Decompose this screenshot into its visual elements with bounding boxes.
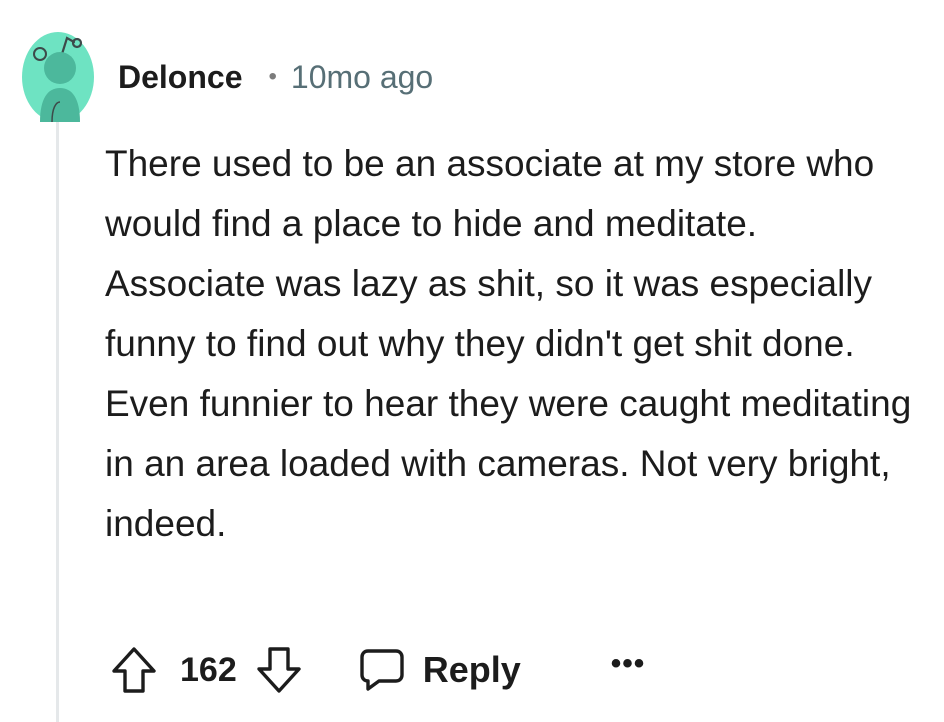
- reply-button[interactable]: Reply: [359, 647, 521, 693]
- upvote-button[interactable]: [110, 645, 158, 695]
- more-options-button[interactable]: •••: [611, 649, 646, 679]
- author-username[interactable]: Delonce: [118, 59, 242, 96]
- downvote-button[interactable]: [255, 645, 303, 695]
- separator-dot: •: [268, 63, 277, 90]
- reply-label: Reply: [422, 649, 521, 690]
- vote-count: 162: [180, 650, 237, 689]
- snoo-avatar-icon: [22, 32, 94, 123]
- comment-actions: 162 Reply •••: [110, 640, 645, 700]
- comment-body: There used to be an associate at my stor…: [105, 143, 912, 544]
- avatar[interactable]: [22, 32, 94, 123]
- arrow-down-icon: [257, 647, 301, 693]
- thread-line: [56, 122, 59, 722]
- speech-bubble-icon: [360, 649, 404, 691]
- arrow-up-icon: [112, 647, 156, 693]
- comment-header: Delonce • 10mo ago: [118, 56, 433, 98]
- comment-timestamp[interactable]: 10mo ago: [291, 59, 433, 96]
